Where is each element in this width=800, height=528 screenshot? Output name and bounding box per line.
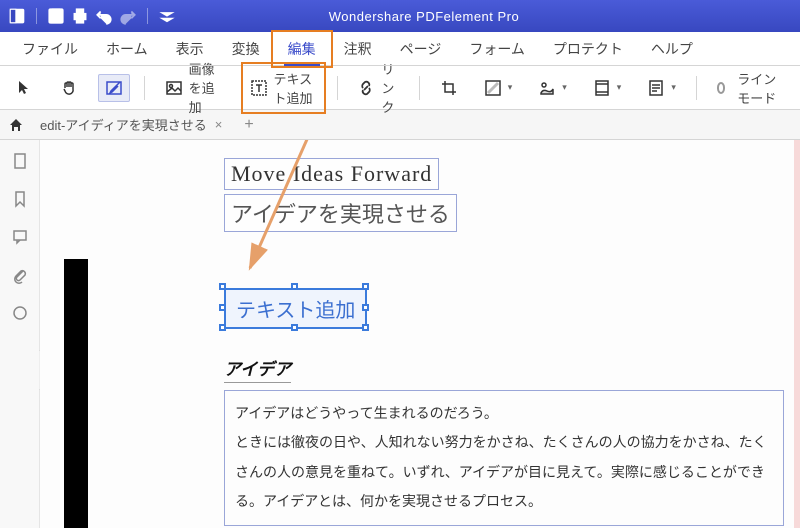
menu-bar: ファイル ホーム 表示 変換 編集 注釈 ページ フォーム プロテクト ヘルプ: [0, 32, 800, 66]
header-footer-icon: [593, 79, 611, 97]
crop-tool[interactable]: [434, 75, 464, 101]
pdf-page: Move Ideas Forward アイデアを実現させる テキスト追加 アイデ…: [100, 150, 778, 528]
document-tab[interactable]: edit-アイディアを実現させる ×: [32, 111, 230, 138]
cursor-icon: [16, 79, 34, 97]
image-icon: [165, 79, 183, 97]
menu-protect[interactable]: プロテクト: [539, 33, 637, 65]
edit-object-tool[interactable]: [98, 74, 130, 102]
link-icon: [357, 79, 375, 97]
selection-handle[interactable]: [362, 283, 369, 290]
menu-convert[interactable]: 変換: [218, 33, 274, 65]
menu-page[interactable]: ページ: [386, 33, 456, 65]
thumbnails-icon[interactable]: [11, 152, 29, 170]
save-icon[interactable]: [47, 7, 65, 25]
attachments-icon[interactable]: [11, 266, 29, 284]
side-panel: ›: [0, 140, 40, 528]
menu-help[interactable]: ヘルプ: [637, 33, 707, 65]
hand-icon: [60, 79, 78, 97]
new-tab-button[interactable]: +: [238, 116, 259, 134]
close-tab-icon[interactable]: ×: [215, 117, 223, 132]
background-icon: [538, 79, 556, 97]
selected-text-box[interactable]: テキスト追加: [224, 288, 367, 329]
page-canvas[interactable]: Move Ideas Forward アイデアを実現させる テキスト追加 アイデ…: [40, 140, 800, 528]
line-mode-label: ラインモード: [737, 69, 784, 107]
select-tool[interactable]: [10, 75, 40, 101]
undo-icon[interactable]: [95, 7, 113, 25]
app-title: Wondershare PDFelement Pro: [176, 9, 672, 24]
bates-icon: [647, 79, 665, 97]
toolbar-separator: [696, 76, 697, 100]
edit-box-icon: [105, 79, 123, 97]
menu-edit[interactable]: 編集: [274, 33, 330, 65]
bates-tool[interactable]: ▾: [641, 75, 682, 101]
text-block-title-en[interactable]: Move Ideas Forward: [224, 158, 439, 190]
comments-icon[interactable]: [11, 228, 29, 246]
toolbar-separator: [419, 76, 420, 100]
qat-dropdown-icon[interactable]: [158, 7, 176, 25]
radio-icon: [717, 82, 726, 94]
toolbar-separator: [337, 76, 338, 100]
page-margin-shadow: [64, 259, 88, 528]
watermark-tool[interactable]: ▾: [478, 75, 519, 101]
link-label: リンク: [381, 59, 399, 116]
app-logo-icon: [8, 7, 26, 25]
menu-annotate[interactable]: 注釈: [330, 33, 386, 65]
text-box-icon: [250, 79, 268, 97]
selection-handle[interactable]: [219, 304, 226, 311]
print-icon[interactable]: [71, 7, 89, 25]
qat-separator: [147, 8, 148, 24]
selection-handle[interactable]: [362, 324, 369, 331]
right-gutter: [794, 140, 800, 528]
hand-tool[interactable]: [54, 75, 84, 101]
search-panel-icon[interactable]: [11, 304, 29, 322]
header-footer-tool[interactable]: ▾: [587, 75, 628, 101]
add-image-label: 画像を追加: [189, 59, 224, 116]
menu-form[interactable]: フォーム: [455, 33, 539, 65]
document-tab-label: edit-アイディアを実現させる: [40, 115, 207, 134]
content-area: › Move Ideas Forward アイデアを実現させる テキスト追加 ア…: [0, 140, 800, 528]
text-block-title-jp[interactable]: アイデアを実現させる: [224, 194, 457, 232]
quick-access-toolbar: [8, 7, 176, 25]
edit-toolbar: 画像を追加 テキスト追加 リンク ▾ ▾ ▾: [0, 66, 800, 110]
bookmarks-icon[interactable]: [11, 190, 29, 208]
selected-text-content: テキスト追加: [236, 300, 355, 322]
add-text-label: テキスト追加: [274, 69, 317, 107]
menu-home[interactable]: ホーム: [92, 33, 162, 65]
text-block-body[interactable]: アイデアはどうやって生まれるのだろう。 ときには徹夜の日や、人知れない努力をかさ…: [224, 390, 784, 526]
qat-separator: [36, 8, 37, 24]
section-heading[interactable]: アイデア: [224, 355, 291, 383]
selection-handle[interactable]: [362, 304, 369, 311]
selection-handle[interactable]: [291, 324, 298, 331]
selection-handle[interactable]: [291, 283, 298, 290]
menu-view[interactable]: 表示: [162, 33, 218, 65]
toolbar-separator: [144, 76, 145, 100]
add-text-button[interactable]: テキスト追加: [244, 65, 323, 111]
home-icon[interactable]: [8, 117, 24, 133]
line-mode-toggle[interactable]: ラインモード: [711, 65, 790, 111]
menu-file[interactable]: ファイル: [8, 33, 92, 65]
crop-icon: [440, 79, 458, 97]
title-bar: Wondershare PDFelement Pro: [0, 0, 800, 32]
background-tool[interactable]: ▾: [532, 75, 573, 101]
selection-handle[interactable]: [219, 283, 226, 290]
redo-icon[interactable]: [119, 7, 137, 25]
selection-handle[interactable]: [219, 324, 226, 331]
watermark-icon: [484, 79, 502, 97]
